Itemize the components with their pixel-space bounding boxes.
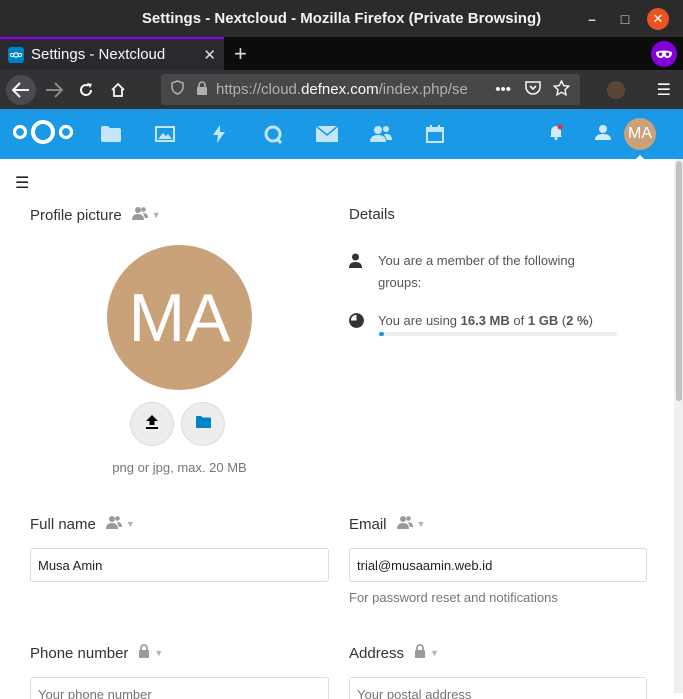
nextcloud-logo-icon[interactable] bbox=[12, 117, 74, 152]
chevron-down-icon: ▼ bbox=[430, 648, 439, 658]
full-name-label: Full name bbox=[30, 515, 96, 533]
address-heading: Address ▼ bbox=[349, 644, 439, 662]
nextcloud-header: MA bbox=[0, 109, 683, 161]
page-scrollbar[interactable] bbox=[674, 159, 683, 693]
phone-label: Phone number bbox=[30, 644, 129, 662]
page-actions-button[interactable]: ••• bbox=[495, 81, 511, 98]
close-window-button[interactable]: ✕ bbox=[647, 7, 669, 30]
scrollbar-thumb[interactable] bbox=[676, 161, 682, 401]
address-scope-button[interactable]: ▼ bbox=[414, 644, 439, 662]
email-field[interactable] bbox=[349, 548, 647, 582]
details-title: Details bbox=[349, 206, 395, 223]
menu-button[interactable]: ☰ bbox=[657, 80, 671, 100]
phone-heading: Phone number ▼ bbox=[30, 644, 163, 662]
navigation-toolbar: https://cloud.defnex.com/index.php/se ••… bbox=[0, 70, 683, 109]
window-titlebar: Settings - Nextcloud - Mozilla Firefox (… bbox=[0, 0, 683, 37]
usage-pct-open: ( bbox=[558, 313, 567, 328]
tab-bar: Settings - Nextcloud ✕ + bbox=[0, 37, 683, 70]
upload-picture-button[interactable] bbox=[130, 402, 174, 446]
account-avatar-icon[interactable] bbox=[606, 80, 625, 99]
usage-prefix: You are using bbox=[378, 313, 461, 328]
chevron-down-icon: ▼ bbox=[151, 210, 161, 220]
usage-pct-close: ) bbox=[588, 313, 593, 328]
maximize-button[interactable]: □ bbox=[614, 8, 636, 30]
details-heading: Details bbox=[349, 206, 395, 223]
photos-icon[interactable] bbox=[138, 109, 192, 159]
visibility-scope-button[interactable]: ▼ bbox=[131, 206, 161, 224]
files-icon[interactable] bbox=[84, 109, 138, 159]
groups-row: You are a member of the following groups… bbox=[349, 250, 609, 294]
mail-icon[interactable] bbox=[300, 109, 354, 159]
profile-avatar: MA bbox=[107, 245, 252, 390]
contacts-scope-icon bbox=[396, 515, 413, 533]
nextcloud-favicon-icon bbox=[8, 46, 24, 63]
profile-picture-heading: Profile picture ▼ bbox=[30, 206, 161, 224]
url-prefix: https://cloud. bbox=[216, 81, 302, 98]
quota-progress-fill bbox=[379, 332, 384, 336]
url-bar[interactable]: https://cloud.defnex.com/index.php/se ••… bbox=[161, 74, 580, 105]
full-name-scope-button[interactable]: ▼ bbox=[105, 515, 135, 533]
usage-percent: 2 % bbox=[566, 313, 589, 328]
app-navigation-toggle[interactable]: ☰ bbox=[15, 173, 29, 193]
email-label: Email bbox=[349, 515, 387, 533]
activity-icon[interactable] bbox=[192, 109, 246, 159]
bookmark-star-icon[interactable] bbox=[552, 78, 571, 100]
reload-button[interactable] bbox=[72, 76, 100, 104]
settings-content: ☰ Profile picture ▼ MA png or jpg, max. … bbox=[0, 159, 683, 699]
contacts-scope-icon bbox=[131, 206, 148, 224]
quota-progress-bar bbox=[379, 332, 617, 336]
back-button[interactable] bbox=[6, 74, 36, 105]
notifications-bell-icon[interactable] bbox=[549, 124, 563, 145]
lock-icon[interactable] bbox=[196, 80, 208, 99]
email-scope-button[interactable]: ▼ bbox=[396, 515, 426, 533]
phone-scope-button[interactable]: ▼ bbox=[138, 644, 163, 662]
pocket-icon[interactable] bbox=[525, 80, 541, 99]
chevron-down-icon: ▼ bbox=[416, 519, 426, 529]
address-label: Address bbox=[349, 644, 405, 662]
chevron-down-icon: ▼ bbox=[125, 519, 135, 529]
full-name-heading: Full name ▼ bbox=[30, 515, 135, 533]
url-text[interactable]: https://cloud.defnex.com/index.php/se bbox=[216, 81, 489, 98]
contacts-icon[interactable] bbox=[354, 109, 408, 159]
usage-total: 1 GB bbox=[527, 313, 559, 328]
email-heading: Email ▼ bbox=[349, 515, 425, 533]
forward-button[interactable] bbox=[40, 76, 68, 104]
tab-title: Settings - Nextcloud bbox=[31, 46, 166, 63]
user-initials: MA bbox=[628, 125, 652, 142]
email-note: For password reset and notifications bbox=[349, 590, 558, 605]
lock-icon bbox=[414, 644, 426, 662]
profile-picture-title: Profile picture bbox=[30, 206, 122, 224]
contacts-menu-icon[interactable] bbox=[595, 124, 611, 145]
lock-icon bbox=[138, 644, 150, 662]
url-suffix: /index.php/se bbox=[378, 81, 468, 98]
private-browsing-icon bbox=[651, 41, 677, 67]
address-field[interactable] bbox=[349, 677, 647, 699]
minimize-button[interactable]: – bbox=[581, 8, 603, 30]
user-icon bbox=[349, 250, 378, 294]
full-name-field[interactable] bbox=[30, 548, 329, 582]
folder-icon bbox=[195, 415, 211, 433]
upload-icon bbox=[145, 414, 159, 434]
calendar-icon[interactable] bbox=[408, 109, 462, 159]
phone-field[interactable] bbox=[30, 677, 329, 699]
tab-close-button[interactable]: ✕ bbox=[203, 46, 216, 64]
shield-icon[interactable] bbox=[171, 80, 184, 99]
usage-of: of bbox=[509, 313, 528, 328]
new-tab-button[interactable]: + bbox=[234, 41, 247, 67]
choose-from-files-button[interactable] bbox=[181, 402, 225, 446]
window-title: Settings - Nextcloud - Mozilla Firefox (… bbox=[141, 10, 542, 27]
groups-text: You are a member of the following groups… bbox=[378, 253, 575, 290]
browser-tab[interactable]: Settings - Nextcloud ✕ bbox=[0, 37, 224, 70]
home-button[interactable] bbox=[104, 76, 132, 104]
quota-pie-icon bbox=[349, 310, 378, 335]
profile-initials: MA bbox=[128, 279, 231, 356]
talk-icon[interactable] bbox=[246, 109, 300, 159]
contacts-scope-icon bbox=[105, 515, 122, 533]
chevron-down-icon: ▼ bbox=[154, 648, 164, 658]
user-menu-avatar[interactable]: MA bbox=[624, 118, 656, 161]
url-domain: defnex.com bbox=[301, 81, 379, 98]
picture-format-hint: png or jpg, max. 20 MB bbox=[112, 460, 247, 475]
usage-used: 16.3 MB bbox=[460, 313, 510, 328]
